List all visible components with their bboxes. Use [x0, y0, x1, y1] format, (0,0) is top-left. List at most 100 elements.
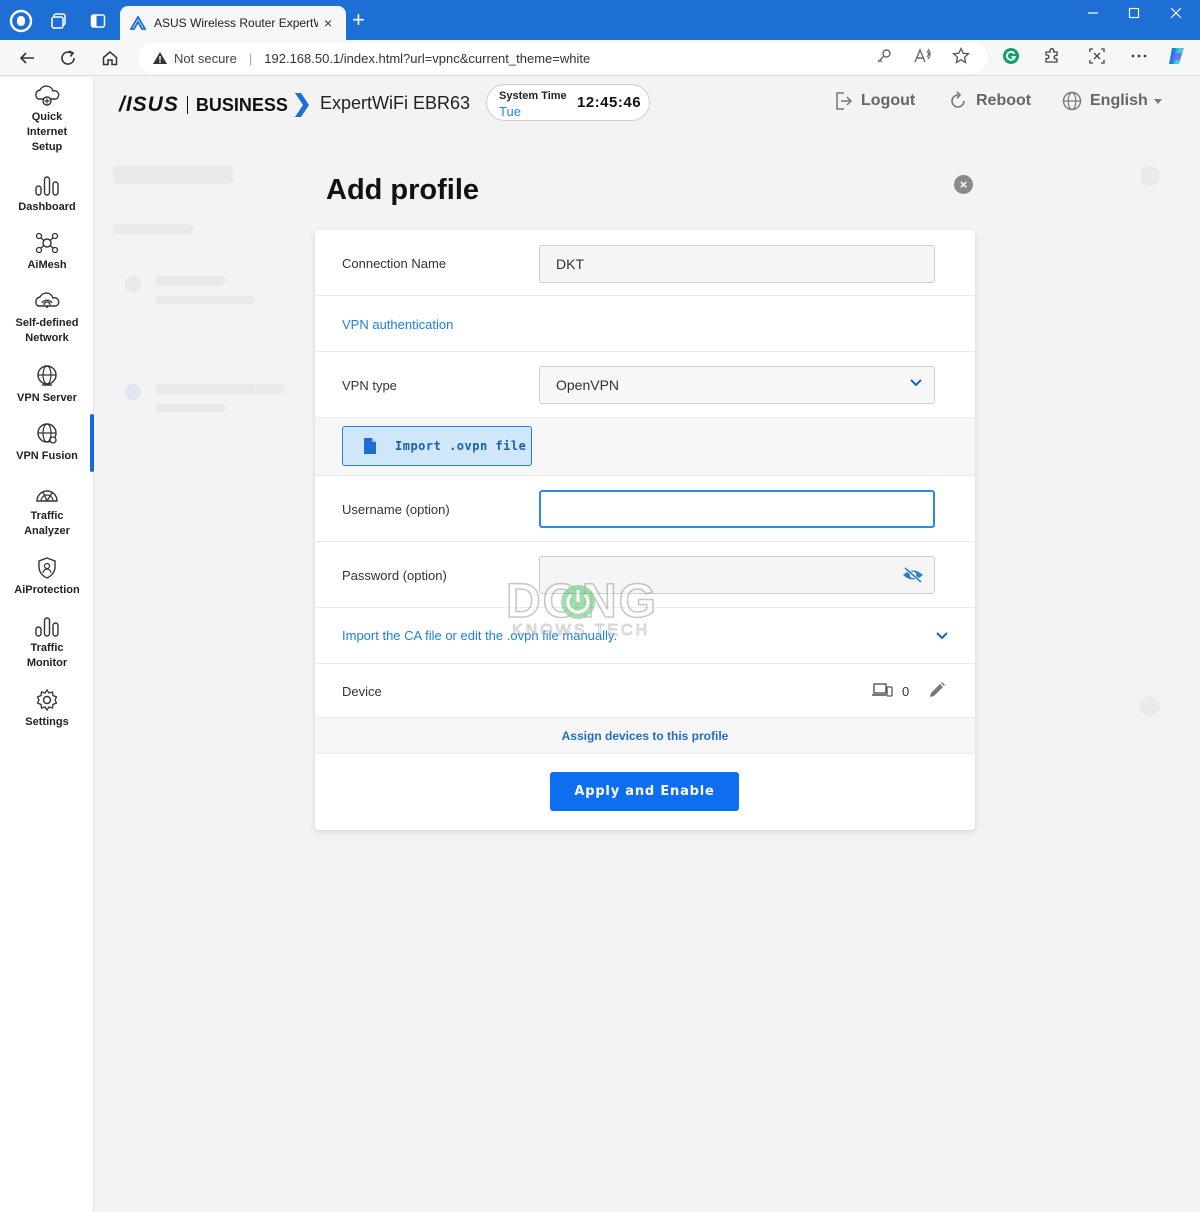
back-icon[interactable]	[14, 46, 40, 70]
edit-pencil-icon[interactable]	[928, 681, 946, 699]
sidebar-item-aiprotection[interactable]: AiProtection	[0, 556, 94, 598]
url-text: 192.168.50.1/index.html?url=vpnc&current…	[264, 50, 591, 66]
reboot-button[interactable]: Reboot	[948, 91, 1031, 111]
password-input[interactable]	[539, 556, 935, 594]
background-dot-placeholder	[125, 384, 141, 400]
logout-label: Logout	[861, 92, 916, 109]
chevron-down-icon[interactable]	[936, 632, 948, 640]
file-icon	[364, 438, 376, 454]
ca-file-row: Import the CA file or edit the .ovpn fil…	[315, 608, 975, 664]
aiprotection-shield-icon	[38, 557, 56, 579]
url-separator: |	[248, 50, 253, 66]
sidebar-item-traffic-analyzer[interactable]: Traffic Analyzer	[0, 482, 94, 539]
url-field[interactable]: Not secure | 192.168.50.1/index.html?url…	[138, 43, 988, 73]
tab-title: ASUS Wireless Router ExpertWiFi	[154, 16, 318, 30]
new-tab-button[interactable]: +	[352, 9, 365, 31]
system-time-label: System Time	[499, 90, 567, 102]
not-secure-label: Not secure	[174, 50, 237, 66]
more-menu-icon[interactable]	[1128, 45, 1150, 67]
background-heading-placeholder	[113, 166, 233, 184]
favorite-star-icon[interactable]	[950, 45, 972, 67]
connection-name-input[interactable]: DKT	[539, 245, 935, 283]
sidebar-item-vpn-fusion[interactable]: VPN Fusion	[0, 422, 94, 464]
warning-icon	[153, 52, 167, 64]
vpn-type-value: OpenVPN	[556, 377, 620, 393]
background-text-placeholder	[155, 384, 285, 394]
import-ovpn-button[interactable]: Import .ovpn file	[342, 426, 532, 466]
background-icon-placeholder	[1140, 166, 1160, 186]
traffic-analyzer-icon	[36, 490, 58, 502]
self-defined-network-icon	[35, 292, 60, 308]
settings-gear-icon	[36, 688, 58, 712]
asus-business-logo: /ISUS BUSINESS	[119, 92, 310, 118]
key-icon[interactable]	[873, 45, 895, 67]
connection-name-row: Connection Name DKT	[315, 230, 975, 296]
grammarly-icon[interactable]	[1000, 45, 1022, 67]
background-text-placeholder	[155, 276, 225, 286]
apply-and-enable-button[interactable]: Apply and Enable	[550, 772, 739, 811]
background-text-placeholder	[155, 404, 225, 412]
system-day: Tue	[499, 104, 521, 119]
username-input[interactable]	[557, 492, 933, 526]
sidebar-item-dashboard[interactable]: Dashboard	[0, 173, 94, 215]
device-row: Device 0	[315, 664, 975, 718]
eye-slash-icon[interactable]	[902, 566, 924, 584]
assign-devices-row: Assign devices to this profile	[315, 718, 975, 754]
background-text-placeholder	[155, 296, 255, 304]
browser-tab-bar: ASUS Wireless Router ExpertWiFi × +	[0, 0, 1200, 40]
import-row: Import .ovpn file	[315, 418, 975, 476]
left-sidebar: Quick Internet Setup Dashboard AiMesh Se…	[0, 77, 94, 1212]
screenshot-tool-icon[interactable]	[1086, 45, 1108, 67]
system-time-value: 12:45:46	[577, 94, 642, 111]
username-field[interactable]	[539, 490, 935, 528]
workspaces-icon[interactable]	[46, 8, 72, 34]
browser-tab-active[interactable]: ASUS Wireless Router ExpertWiFi ×	[120, 6, 346, 40]
traffic-monitor-icon	[35, 617, 59, 637]
vpn-type-select[interactable]: OpenVPN	[539, 366, 935, 404]
vpn-type-row: VPN type OpenVPN	[315, 352, 975, 418]
assign-devices-link[interactable]: Assign devices to this profile	[315, 729, 975, 743]
password-row: Password (option)	[315, 542, 975, 608]
sidebar-item-self-defined-network[interactable]: Self-defined Network	[0, 289, 94, 346]
sidebar-item-vpn-server[interactable]: VPN Server	[0, 364, 94, 406]
browser-address-bar: Not secure | 192.168.50.1/index.html?url…	[0, 40, 1200, 76]
copilot-icon[interactable]	[1166, 45, 1188, 67]
modal-title: Add profile	[326, 174, 480, 206]
vpn-server-icon	[37, 365, 57, 386]
background-text-placeholder	[113, 224, 193, 234]
background-icon-placeholder	[1140, 696, 1160, 716]
dashboard-icon	[35, 176, 59, 196]
vpn-auth-row: VPN authentication	[315, 296, 975, 352]
devices-icon	[872, 683, 893, 697]
read-aloud-icon[interactable]	[912, 45, 934, 67]
sidebar-item-settings[interactable]: Settings	[0, 688, 94, 730]
browser-profile-icon[interactable]	[8, 8, 34, 34]
logout-button[interactable]: Logout	[835, 91, 915, 111]
refresh-icon[interactable]	[55, 46, 81, 70]
language-selector[interactable]: English	[1062, 91, 1162, 111]
home-icon[interactable]	[97, 46, 123, 70]
import-ca-file-link[interactable]: Import the CA file or edit the .ovpn fil…	[342, 628, 617, 643]
modal-close-icon[interactable]: ×	[954, 175, 973, 194]
tab-actions-icon[interactable]	[85, 8, 111, 34]
business-label: BUSINESS	[195, 94, 288, 115]
reboot-icon	[951, 91, 965, 108]
sidebar-item-quick-internet-setup[interactable]: Quick Internet Setup	[0, 83, 94, 155]
window-close-icon[interactable]	[1161, 6, 1191, 22]
globe-icon	[1062, 91, 1082, 111]
add-profile-modal: Connection Name DKT VPN authentication V…	[315, 230, 975, 830]
device-count: 0	[902, 684, 910, 699]
sidebar-item-aimesh[interactable]: AiMesh	[0, 231, 94, 273]
minimize-icon[interactable]	[1078, 6, 1108, 22]
system-time-badge: System Time Tue 12:45:46	[486, 84, 650, 121]
username-row: Username (option)	[315, 476, 975, 542]
maximize-icon[interactable]	[1119, 6, 1149, 22]
tab-close-icon[interactable]: ×	[324, 15, 332, 31]
background-dot-placeholder	[125, 276, 141, 292]
language-label: English	[1090, 92, 1148, 109]
asus-logo-text: /ISUS	[119, 93, 179, 116]
vpn-authentication-link[interactable]: VPN authentication	[342, 317, 453, 332]
extensions-icon[interactable]	[1041, 45, 1063, 67]
sidebar-item-traffic-monitor[interactable]: Traffic Monitor	[0, 614, 94, 671]
asus-favicon-icon	[130, 16, 146, 30]
